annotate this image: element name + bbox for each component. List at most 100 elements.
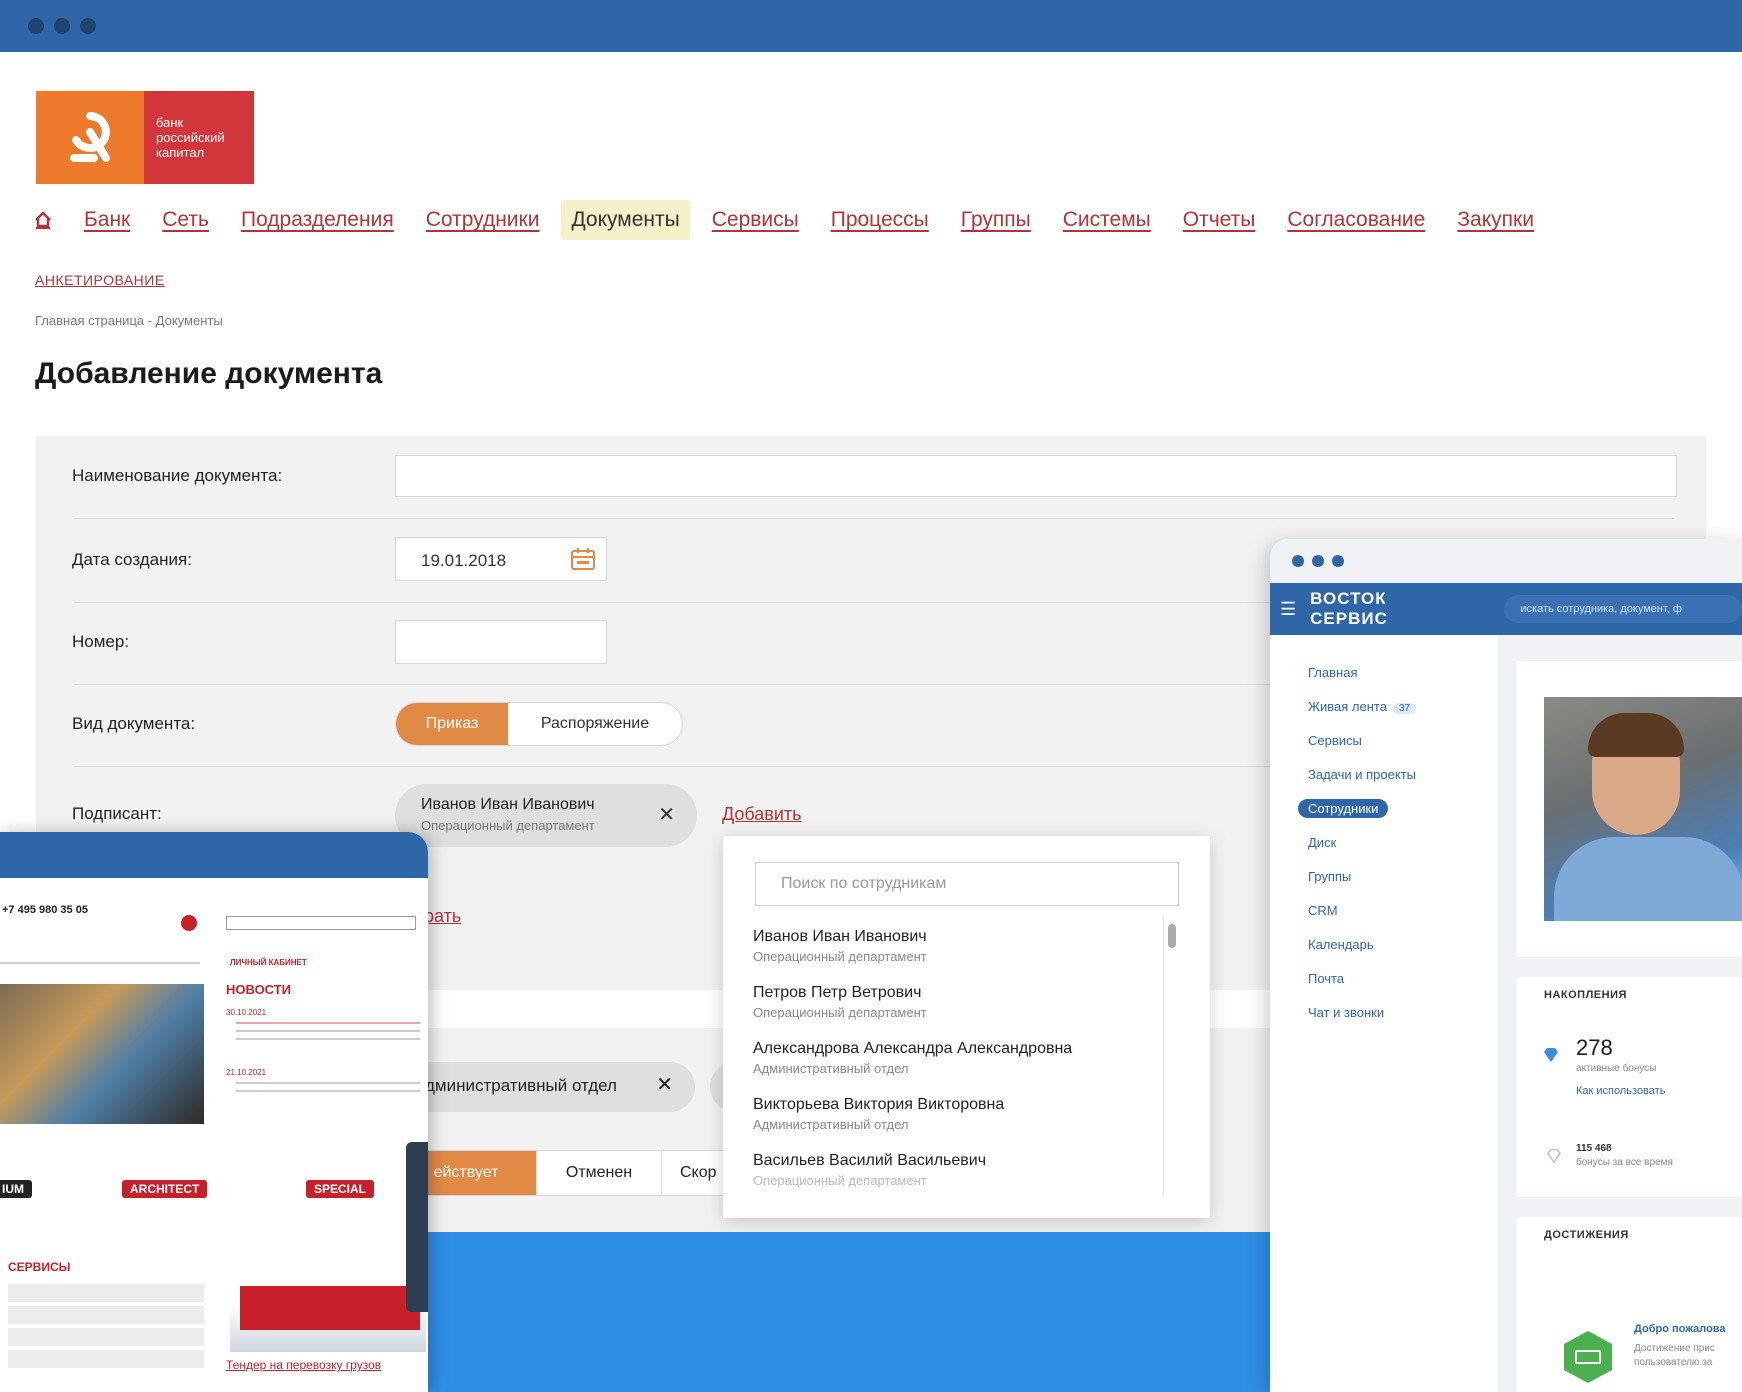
nav-item-bank[interactable]: Банк bbox=[74, 200, 140, 240]
date-input[interactable]: 19.01.2018 bbox=[395, 537, 607, 581]
nav-item-employees[interactable]: Сотрудники bbox=[416, 200, 550, 240]
vostok-window: ☰ ВОСТОК СЕРВИС искать сотрудника, докум… bbox=[1270, 539, 1742, 1392]
truck-tender-link[interactable]: Тендер на перевозку грузов bbox=[226, 1358, 381, 1372]
remove-dept-icon[interactable]: ✕ bbox=[656, 1072, 673, 1097]
welcome-title[interactable]: Добро пожалова bbox=[1634, 1323, 1726, 1335]
employee-list: Иванов Иван Иванович Операционный департ… bbox=[753, 928, 1153, 1198]
news-line bbox=[236, 1082, 420, 1084]
sidebar-item-tasks[interactable]: Задачи и проекты bbox=[1308, 767, 1416, 782]
dept-chip-label: дминистративный отдел bbox=[425, 1076, 617, 1095]
sidebar-item-services[interactable]: Сервисы bbox=[1308, 733, 1362, 748]
total-caption: бонусы за все время bbox=[1576, 1157, 1673, 1168]
tag-architect[interactable]: ARCHITECT bbox=[122, 1180, 208, 1198]
truck-image bbox=[230, 1272, 426, 1352]
sidebar-item-label: Живая лента bbox=[1308, 699, 1387, 714]
employee-search-input[interactable]: Поиск по сотрудникам bbox=[755, 862, 1179, 906]
service-item[interactable] bbox=[8, 1350, 204, 1368]
vostok-logo[interactable]: ВОСТОК СЕРВИС bbox=[1310, 589, 1468, 629]
nav-item-reports[interactable]: Отчеты bbox=[1173, 200, 1266, 240]
tag-ium[interactable]: IUM bbox=[0, 1180, 32, 1198]
list-item[interactable]: Викторьева Виктория Викторовна Администр… bbox=[753, 1096, 1153, 1152]
cabinet-link[interactable]: ЛИЧНЫЙ КАБИНЕТ bbox=[230, 958, 307, 967]
nav-item-documents[interactable]: Документы bbox=[561, 200, 690, 240]
services-title: СЕРВИСЫ bbox=[8, 1260, 71, 1274]
news-line bbox=[236, 1022, 420, 1024]
list-item[interactable]: Васильев Василий Васильевич Операционный… bbox=[753, 1152, 1153, 1198]
employee-name: Иванов Иван Иванович bbox=[753, 928, 927, 945]
phone-number[interactable]: +7 495 980 35 05 bbox=[2, 904, 88, 916]
sidebar-item-employees[interactable]: Сотрудники bbox=[1298, 799, 1389, 818]
red-circle-icon[interactable] bbox=[180, 914, 198, 937]
status-cancelled[interactable]: Отменен bbox=[536, 1151, 661, 1195]
how-to-use-link[interactable]: Как использовать bbox=[1576, 1085, 1665, 1097]
logo-line: капитал bbox=[156, 145, 205, 160]
dropdown-scrollbar[interactable] bbox=[1163, 916, 1179, 1196]
site-search-input[interactable] bbox=[226, 916, 416, 930]
feedback-tab[interactable] bbox=[406, 1142, 428, 1312]
sidebar-item-mail[interactable]: Почта bbox=[1308, 971, 1344, 986]
list-item[interactable]: Иванов Иван Иванович Операционный департ… bbox=[753, 928, 1153, 984]
list-item[interactable]: Петров Петр Ветрович Операционный департ… bbox=[753, 984, 1153, 1040]
signer-chip: Иванов Иван Иванович Операционный департ… bbox=[395, 784, 697, 847]
window-dot[interactable] bbox=[28, 18, 44, 34]
sidebar-item-crm[interactable]: CRM bbox=[1308, 903, 1338, 918]
breadcrumb: Главная страница - Документы bbox=[35, 313, 223, 328]
doc-name-input[interactable] bbox=[395, 455, 1677, 497]
number-input[interactable] bbox=[395, 620, 607, 664]
bonus-caption: активные бонусы bbox=[1576, 1063, 1657, 1074]
employee-search-placeholder: Поиск по сотрудникам bbox=[781, 875, 947, 892]
sidebar-item-calendar[interactable]: Календарь bbox=[1308, 937, 1374, 952]
window-dot[interactable] bbox=[80, 18, 96, 34]
achievement-badge-icon bbox=[1560, 1329, 1616, 1390]
welcome-sub: Достижение прис bbox=[1634, 1343, 1715, 1354]
nav-item-approval[interactable]: Согласование bbox=[1277, 200, 1435, 240]
scrollbar-thumb[interactable] bbox=[1168, 924, 1176, 948]
sidebar-item-home[interactable]: Главная bbox=[1308, 665, 1357, 680]
nav-item-divisions[interactable]: Подразделения bbox=[231, 200, 404, 240]
doc-type-order[interactable]: Приказ bbox=[396, 703, 508, 745]
home-icon[interactable] bbox=[34, 211, 52, 229]
news-date: 21.10.2021 bbox=[226, 1068, 267, 1077]
profile-photo bbox=[1544, 697, 1742, 921]
architect-titlebar bbox=[0, 832, 428, 878]
total-value: 115 468 bbox=[1576, 1143, 1612, 1154]
diamond-icon bbox=[1542, 1047, 1560, 1068]
nav-item-purchases[interactable]: Закупки bbox=[1447, 200, 1544, 240]
nav-item-processes[interactable]: Процессы bbox=[821, 200, 939, 240]
nav-item-services[interactable]: Сервисы bbox=[702, 200, 809, 240]
subnav-survey-link[interactable]: АНКЕТИРОВАНИЕ bbox=[35, 272, 165, 288]
sidebar-item-groups[interactable]: Группы bbox=[1308, 869, 1351, 884]
news-title: НОВОСТИ bbox=[226, 982, 292, 997]
calendar-icon[interactable] bbox=[570, 547, 596, 576]
page-title: Добавление документа bbox=[35, 357, 383, 390]
service-item[interactable] bbox=[8, 1328, 204, 1346]
welcome-sub: пользователю за bbox=[1634, 1357, 1713, 1368]
nav-item-systems[interactable]: Системы bbox=[1053, 200, 1161, 240]
tag-special[interactable]: SPECIAL bbox=[306, 1180, 375, 1198]
diamond-outline-icon bbox=[1546, 1149, 1562, 1168]
truck-body bbox=[240, 1286, 420, 1330]
sidebar-item-disk[interactable]: Диск bbox=[1308, 835, 1336, 850]
sidebar-item-feed[interactable]: Живая лента 37 bbox=[1308, 699, 1417, 714]
remove-signer-icon[interactable]: ✕ bbox=[658, 802, 675, 827]
bank-logo[interactable]: банк российский капитал bbox=[36, 91, 254, 184]
employee-dept: Административный отдел bbox=[753, 1061, 909, 1076]
window-dot[interactable] bbox=[1292, 555, 1304, 567]
employee-dept: Административный отдел bbox=[753, 1117, 909, 1132]
window-dot[interactable] bbox=[1312, 555, 1324, 567]
news-date: 30.10.2021 bbox=[226, 1008, 267, 1017]
add-signer-link[interactable]: Добавить bbox=[722, 804, 802, 825]
list-item[interactable]: Александрова Александра Александровна Ад… bbox=[753, 1040, 1153, 1096]
window-dot[interactable] bbox=[54, 18, 70, 34]
workers-photo bbox=[0, 984, 204, 1124]
nav-item-network[interactable]: Сеть bbox=[152, 200, 219, 240]
service-item[interactable] bbox=[8, 1284, 204, 1302]
doc-type-directive[interactable]: Распоряжение bbox=[508, 703, 682, 745]
window-dot[interactable] bbox=[1332, 555, 1344, 567]
sidebar-item-chat[interactable]: Чат и звонки bbox=[1308, 1005, 1384, 1020]
partial-link[interactable]: рать bbox=[424, 906, 461, 927]
menu-icon[interactable]: ☰ bbox=[1280, 599, 1296, 620]
service-item[interactable] bbox=[8, 1306, 204, 1324]
vostok-search-input[interactable]: искать сотрудника, документ, ф bbox=[1504, 595, 1742, 623]
nav-item-groups[interactable]: Группы bbox=[951, 200, 1041, 240]
